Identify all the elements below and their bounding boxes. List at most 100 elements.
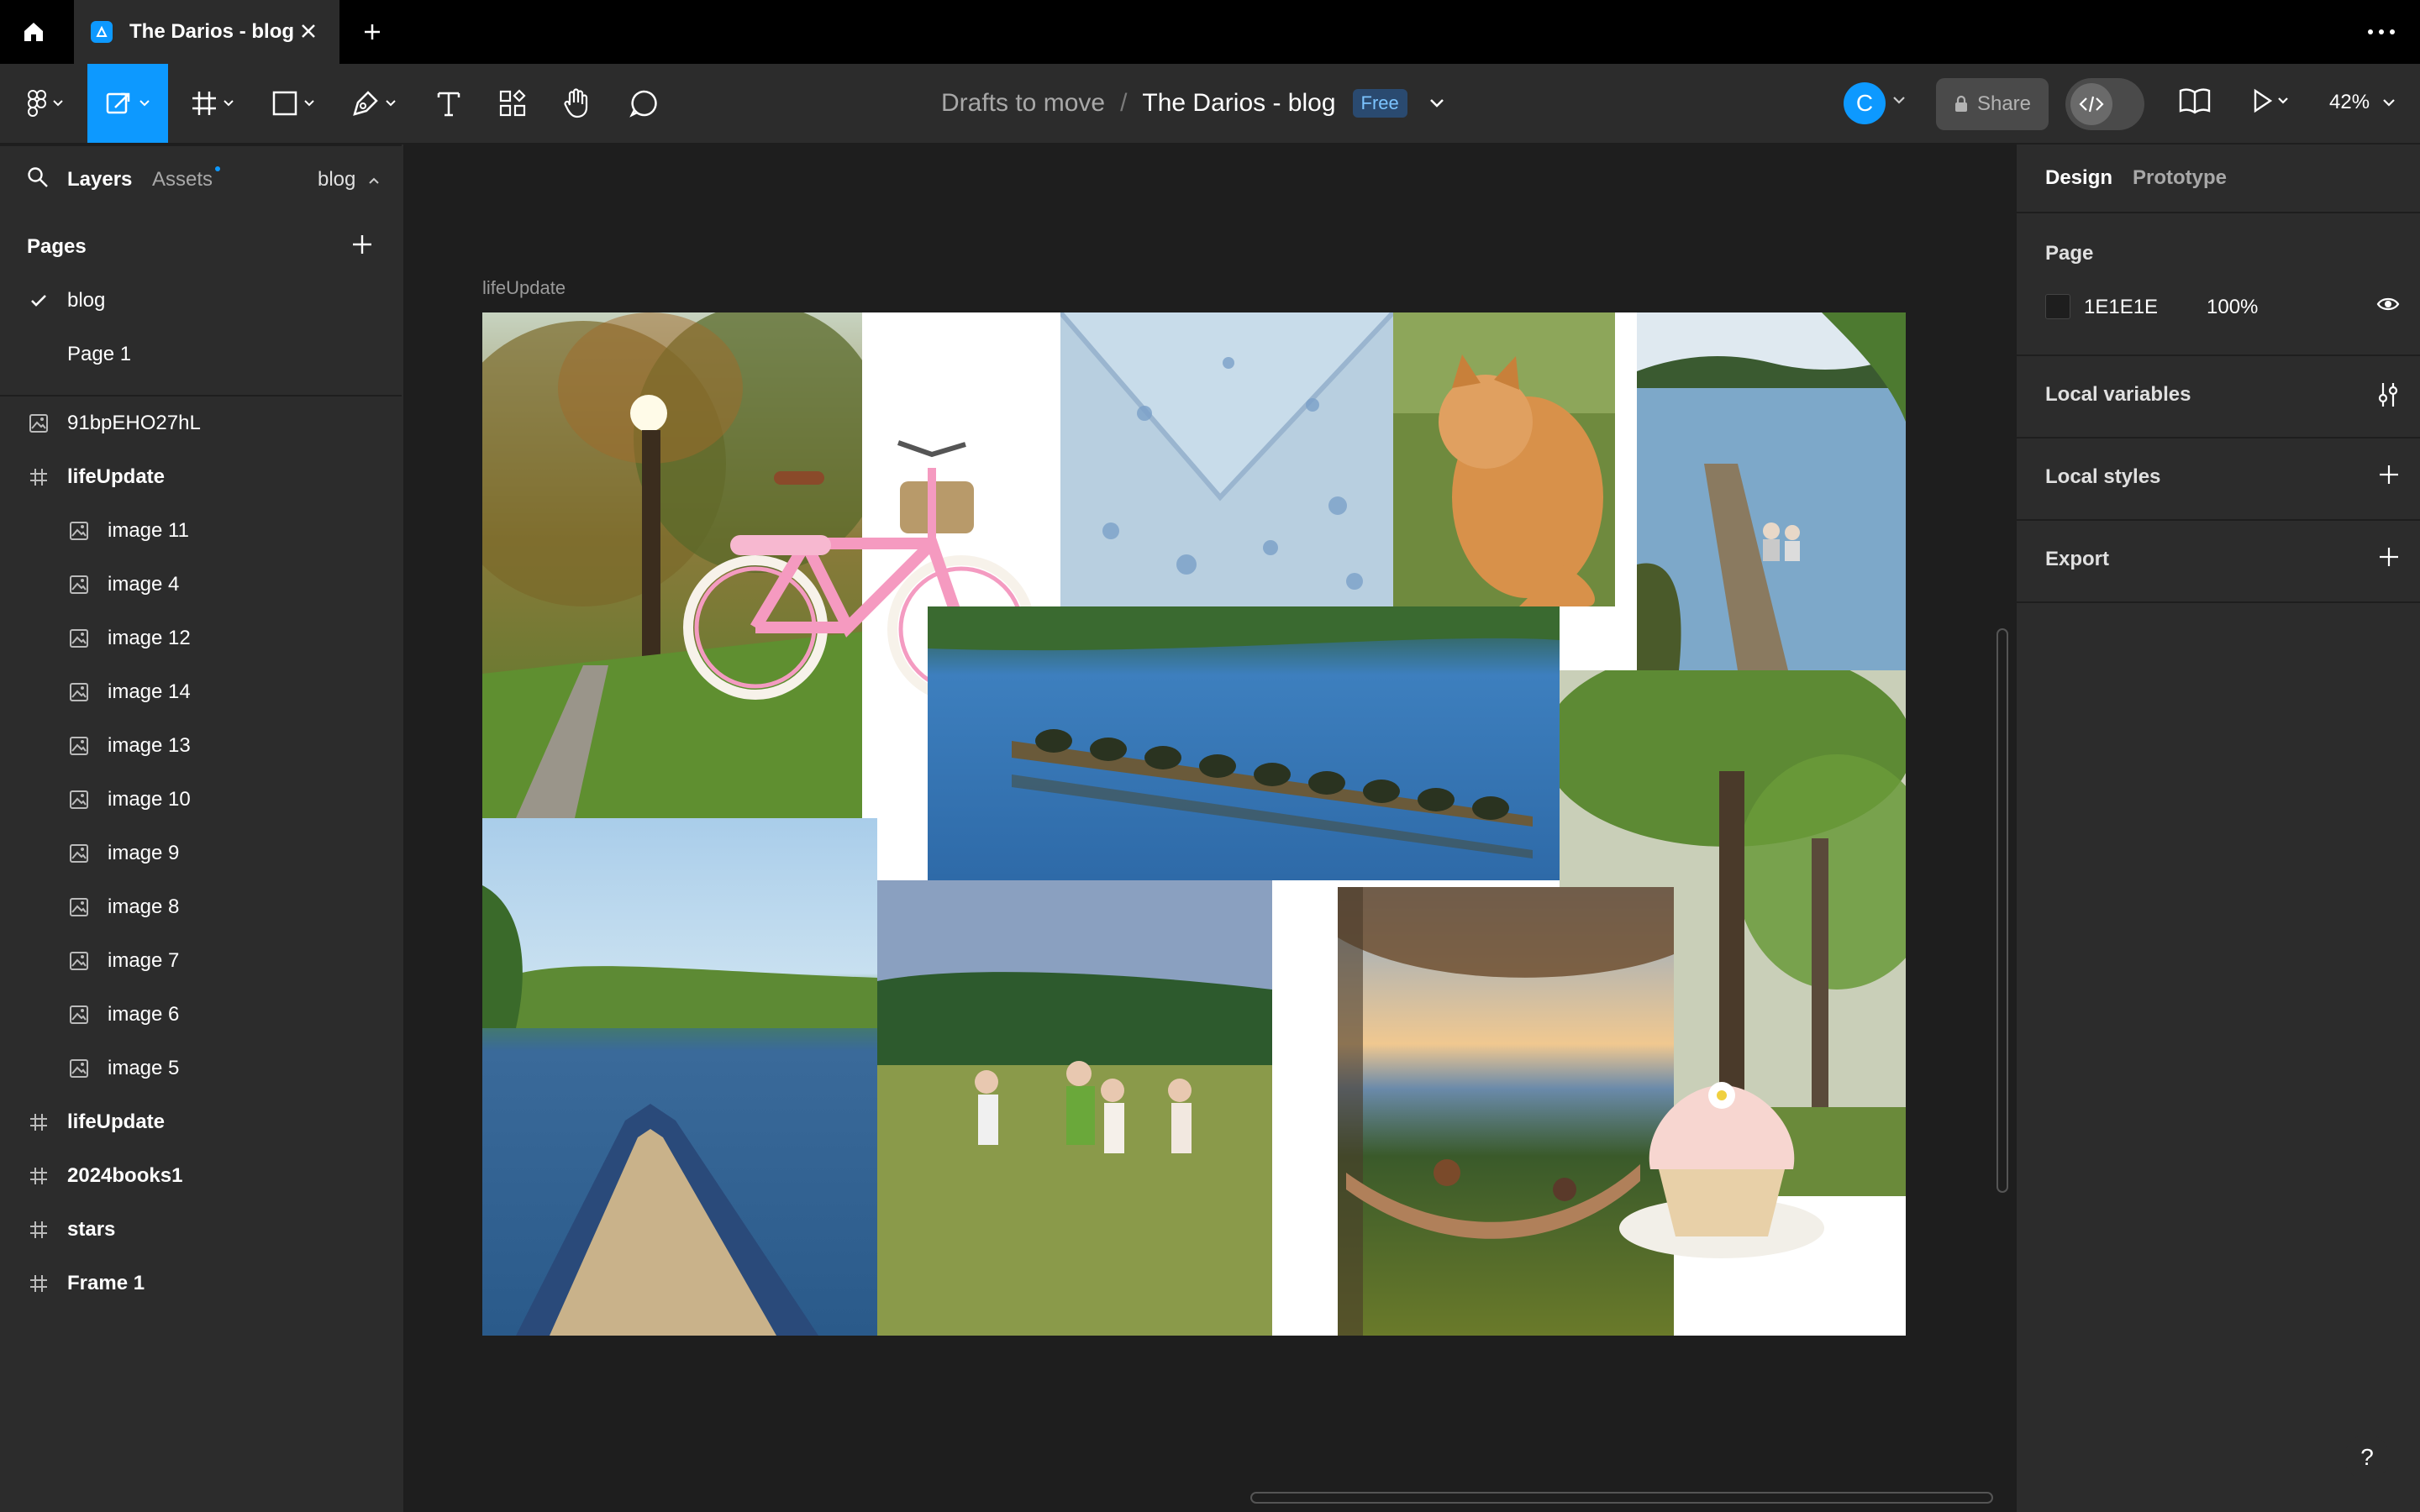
- frosted-cupcake[interactable]: [1617, 1077, 1827, 1262]
- chevron-up-icon: [369, 177, 379, 184]
- layer-frame-row[interactable]: lifeUpdate: [0, 1095, 402, 1149]
- layer-image-row[interactable]: image 14: [0, 665, 402, 719]
- layer-image-row[interactable]: image 6: [0, 988, 402, 1042]
- local-variables-section[interactable]: Local variables: [2017, 356, 2420, 438]
- blue-floral-fabric[interactable]: [1060, 312, 1393, 608]
- layer-label: image 10: [108, 788, 191, 811]
- layer-image-row[interactable]: image 9: [0, 827, 402, 880]
- avatar-menu-button[interactable]: [1892, 96, 1906, 106]
- kids-on-lake-dock[interactable]: [1637, 312, 1906, 670]
- frame-lifeupdate[interactable]: [482, 312, 1906, 1336]
- new-tab-button[interactable]: [353, 17, 392, 47]
- page-section: Page 1E1E1E 100%: [2017, 213, 2420, 356]
- open-variables-button[interactable]: [2376, 381, 2400, 408]
- layer-label: image 6: [108, 1003, 180, 1026]
- visibility-toggle[interactable]: [2376, 296, 2400, 312]
- local-variables-header: Local variables: [2045, 383, 2191, 406]
- page-color-swatch[interactable]: [2045, 294, 2070, 319]
- layer-label: lifeUpdate: [67, 1110, 166, 1133]
- add-style-button[interactable]: [2378, 464, 2400, 486]
- layer-label: image 8: [108, 895, 180, 918]
- resources-tool-button[interactable]: [487, 64, 538, 143]
- layer-frame-row[interactable]: Frame 1: [0, 1257, 402, 1310]
- main-menu-button[interactable]: [20, 64, 71, 143]
- file-menu-button[interactable]: [1429, 98, 1444, 108]
- plus-icon: [365, 24, 380, 39]
- code-icon: [2079, 96, 2104, 113]
- figma-file-icon: [96, 25, 108, 37]
- layer-image-row[interactable]: image 11: [0, 504, 402, 558]
- local-styles-section[interactable]: Local styles: [2017, 438, 2420, 521]
- toolbar: Drafts to move / The Darios - blog Free: [0, 64, 2420, 144]
- avatar[interactable]: C: [1844, 82, 1886, 124]
- present-button[interactable]: [2252, 87, 2292, 114]
- hand-tool-button[interactable]: [551, 64, 602, 143]
- chevron-down-icon: [53, 100, 63, 107]
- file-name[interactable]: The Darios - blog: [1142, 89, 1335, 118]
- more-menu-button[interactable]: [2363, 18, 2400, 45]
- page-opacity[interactable]: 100%: [2207, 296, 2258, 319]
- shape-tool-button[interactable]: [264, 64, 323, 143]
- tab-design[interactable]: Design: [2045, 166, 2112, 190]
- layers-panel: Layers Assets blog Pages blog Page 1 91b…: [0, 144, 405, 1512]
- chevron-down-icon: [139, 100, 150, 107]
- layer-image-row[interactable]: image 7: [0, 934, 402, 988]
- layer-image-row[interactable]: image 8: [0, 880, 402, 934]
- page-item-label: blog: [67, 289, 106, 312]
- export-section[interactable]: Export: [2017, 521, 2420, 603]
- frame-tool-button[interactable]: [183, 64, 242, 143]
- layer-image-row[interactable]: image 5: [0, 1042, 402, 1095]
- share-button[interactable]: Share: [1936, 78, 2049, 130]
- add-page-button[interactable]: [351, 234, 373, 255]
- frame-label[interactable]: lifeUpdate: [482, 277, 566, 299]
- layer-label: 91bpEHO27hL: [67, 412, 201, 434]
- fabric-image: [1060, 312, 1393, 608]
- layer-frame-row[interactable]: stars: [0, 1203, 402, 1257]
- layer-image-row[interactable]: image 4: [0, 558, 402, 612]
- layer-image-row[interactable]: image 13: [0, 719, 402, 773]
- file-tab[interactable]: The Darios - blog: [74, 0, 339, 64]
- left-panel-tabs: Layers Assets blog: [0, 144, 403, 212]
- page-selector[interactable]: blog: [318, 168, 380, 192]
- pen-tool-button[interactable]: [345, 64, 403, 143]
- move-tool-button[interactable]: [87, 64, 168, 143]
- image-layer-icon: [67, 842, 91, 865]
- add-export-button[interactable]: [2378, 546, 2400, 568]
- page-item-page-1[interactable]: Page 1: [0, 328, 402, 381]
- library-button[interactable]: [2178, 87, 2212, 114]
- layer-image-row[interactable]: image 10: [0, 773, 402, 827]
- tab-prototype[interactable]: Prototype: [2133, 166, 2227, 190]
- page-color-hex[interactable]: 1E1E1E: [2084, 296, 2158, 319]
- folder-link[interactable]: Drafts to move: [941, 89, 1105, 118]
- close-tab-button[interactable]: [297, 20, 319, 42]
- zoom-menu-button[interactable]: 42%: [2329, 91, 2396, 114]
- kids-running-in-meadow[interactable]: [877, 880, 1272, 1336]
- layer-image-row[interactable]: image 12: [0, 612, 402, 665]
- layer-frame-row[interactable]: lifeUpdate: [0, 450, 402, 504]
- layer-label: image 12: [108, 627, 191, 649]
- turtles-on-log[interactable]: [928, 606, 1560, 880]
- layer-image-row[interactable]: 91bpEHO27hL: [0, 396, 402, 450]
- page-section-header: Page: [2045, 242, 2094, 265]
- page-item-blog[interactable]: blog: [0, 274, 402, 328]
- pen-icon: [353, 91, 378, 116]
- chevron-down-icon: [1893, 97, 1905, 104]
- dev-mode-toggle[interactable]: [2065, 78, 2144, 130]
- zoom-level: 42%: [2329, 91, 2370, 113]
- layer-label: lifeUpdate: [67, 465, 166, 488]
- sliders-icon: [2378, 383, 2398, 407]
- tab-layers[interactable]: Layers: [67, 168, 132, 192]
- plan-badge[interactable]: Free: [1352, 89, 1407, 118]
- layer-frame-row[interactable]: 2024books1: [0, 1149, 402, 1203]
- help-button[interactable]: ?: [2344, 1435, 2390, 1480]
- home-button[interactable]: [0, 0, 67, 64]
- vertical-scrollbar[interactable]: [1996, 628, 2008, 1193]
- tab-assets[interactable]: Assets: [152, 168, 213, 192]
- search-layers-button[interactable]: [27, 166, 49, 188]
- horizontal-scrollbar[interactable]: [1250, 1492, 1993, 1504]
- text-tool-button[interactable]: [424, 64, 474, 143]
- orange-fluffy-cat[interactable]: [1393, 312, 1615, 606]
- lake-canoe-view[interactable]: [482, 818, 877, 1336]
- plus-icon: [353, 235, 371, 254]
- comment-tool-button[interactable]: [618, 64, 669, 143]
